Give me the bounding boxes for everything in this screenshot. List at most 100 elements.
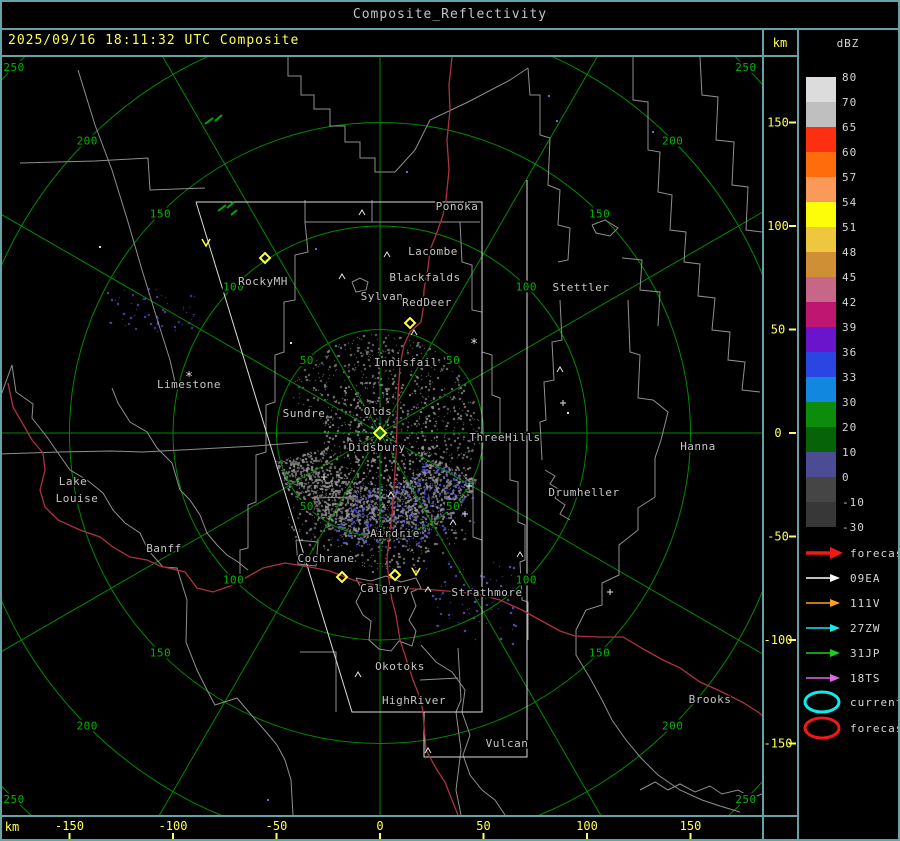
colorbar-label: -10 xyxy=(842,496,865,509)
city-label-lacombe: Lacombe xyxy=(408,245,458,258)
bottom-axis-tick-label: -100 xyxy=(159,819,188,833)
town-caret-marker xyxy=(338,273,346,280)
colorbar-block xyxy=(806,177,836,202)
colorbar-block xyxy=(806,352,836,377)
bottom-axis-tick-label: -50 xyxy=(266,819,288,833)
right-axis-tick xyxy=(789,639,796,641)
storm-cell-diamond-marker[interactable] xyxy=(403,316,417,330)
city-label-brooks: Brooks xyxy=(689,693,732,706)
radar-map[interactable]: 50 50 50 50 100 100 100 100 150 150 150 150 200 200 20… xyxy=(2,57,762,815)
colorbar-label: 70 xyxy=(842,96,857,109)
ring-distance-label: 100 xyxy=(516,281,537,294)
colorbar-label: 54 xyxy=(842,196,857,209)
colorbar-block xyxy=(806,377,836,402)
legend-divider xyxy=(797,28,799,839)
town-caret-marker xyxy=(383,251,391,258)
ring-distance-label: 200 xyxy=(662,134,683,147)
ring-distance-label: 50 xyxy=(446,354,460,367)
blue-dot-marker xyxy=(556,120,558,122)
colorbar-label: -30 xyxy=(842,521,865,534)
right-axis-tick xyxy=(789,328,796,331)
colorbar-block xyxy=(806,427,836,452)
right-axis-tick-label: 0 xyxy=(774,426,781,440)
colorbar-label: 0 xyxy=(842,471,850,484)
colorbar-block xyxy=(806,452,836,477)
ring-distance-label: 100 xyxy=(223,573,244,586)
right-axis-tick-label: -150 xyxy=(764,737,792,751)
city-label-drumheller: Drumheller xyxy=(548,486,619,499)
city-label-didsbury: Didsbury xyxy=(349,441,406,454)
small-dot-marker xyxy=(99,246,101,248)
colorbar-block xyxy=(806,252,836,277)
city-label-strathmore: Strathmore xyxy=(451,586,522,599)
county-boundary-line xyxy=(627,299,654,401)
ring-distance-label: 200 xyxy=(77,720,98,733)
small-dot-marker xyxy=(290,342,292,344)
colorbar-label: 39 xyxy=(842,321,857,334)
green-dash-mark xyxy=(226,201,235,209)
legend-arrow-label: 18TS xyxy=(850,672,881,685)
radar-app-window: Composite_Reflectivity 2025/09/16 18:11:… xyxy=(0,0,900,841)
green-dash-mark xyxy=(217,204,227,212)
legend-arrow-label: 31JP xyxy=(850,647,881,660)
city-label-sundre: Sundre xyxy=(283,407,326,420)
colorbar-block xyxy=(806,77,836,102)
colorbar-label: 30 xyxy=(842,396,857,409)
colorbar-block xyxy=(806,227,836,252)
colorbar-block xyxy=(806,152,836,177)
right-axis-tick-label: 100 xyxy=(767,219,789,233)
radar-sector-boundary xyxy=(423,180,528,758)
legend-arrow-label: 09EA xyxy=(850,572,881,585)
city-label-stettler: Stettler xyxy=(553,281,610,294)
legend-arrow-label: forecast xyxy=(850,547,898,560)
right-axis-tick-label: -100 xyxy=(764,633,792,647)
colorbar-label: 48 xyxy=(842,246,857,259)
bottom-distance-axis: km -150 -100 -50 0 50 100 150 xyxy=(5,819,701,839)
blue-dot-marker xyxy=(406,171,408,173)
right-axis-tick xyxy=(789,121,796,124)
legend-ellipse-label: forecast xyxy=(850,722,898,735)
city-label-threehills: ThreeHills xyxy=(469,431,540,444)
colorbar-block xyxy=(806,127,836,152)
colorbar-block xyxy=(806,102,836,127)
bottom-axis-tick-label: -150 xyxy=(55,819,84,833)
colorbar-label: 60 xyxy=(842,146,857,159)
ring-distance-label: 250 xyxy=(735,793,756,806)
colorbar-label: 42 xyxy=(842,296,857,309)
blue-dot-marker xyxy=(267,799,269,801)
ring-distance-label: 250 xyxy=(3,61,24,74)
legend-arrowhead-icon xyxy=(830,574,840,582)
city-label-hanna: Hanna xyxy=(680,440,716,453)
legend-arrowhead-icon xyxy=(830,547,843,559)
range-radial-line xyxy=(379,432,602,815)
right-axis-tick-label: 50 xyxy=(771,323,785,337)
city-label-blackfalds: Blackfalds xyxy=(389,271,460,284)
bottom-axis-tick-label: 100 xyxy=(576,819,598,833)
green-dash-mark xyxy=(214,114,223,122)
range-radial-line xyxy=(379,432,762,655)
radar-site-marker[interactable] xyxy=(372,425,388,441)
county-boundary-line xyxy=(77,69,176,383)
colorbar-label: 45 xyxy=(842,271,857,284)
city-label-louise: Louise xyxy=(56,492,99,505)
colorbar-label: 65 xyxy=(842,121,857,134)
colorbar-label: 33 xyxy=(842,371,857,384)
ring-distance-label: 250 xyxy=(735,61,756,74)
county-boundary-line xyxy=(699,57,762,233)
ring-distance-label: 50 xyxy=(300,500,314,513)
ring-distance-label: 250 xyxy=(3,793,24,806)
city-label-sylvan: Sylvan xyxy=(361,290,404,303)
county-boundary-line xyxy=(287,57,395,173)
axis-divider xyxy=(762,28,764,839)
storm-cell-diamond-marker[interactable] xyxy=(258,251,272,265)
storm-vee-marker[interactable] xyxy=(411,567,421,577)
colorbar-block xyxy=(806,302,836,327)
city-label-vulcan: Vulcan xyxy=(486,737,529,750)
ring-distance-label: 100 xyxy=(516,573,537,586)
legend-arrowhead-icon xyxy=(830,624,840,632)
colorbar-block xyxy=(806,502,836,527)
city-label-cochrane: Cochrane xyxy=(298,552,355,565)
legend-arrow-label: 27ZW xyxy=(850,622,881,635)
county-boundary-line xyxy=(311,496,353,499)
county-boundary-line xyxy=(455,647,462,815)
